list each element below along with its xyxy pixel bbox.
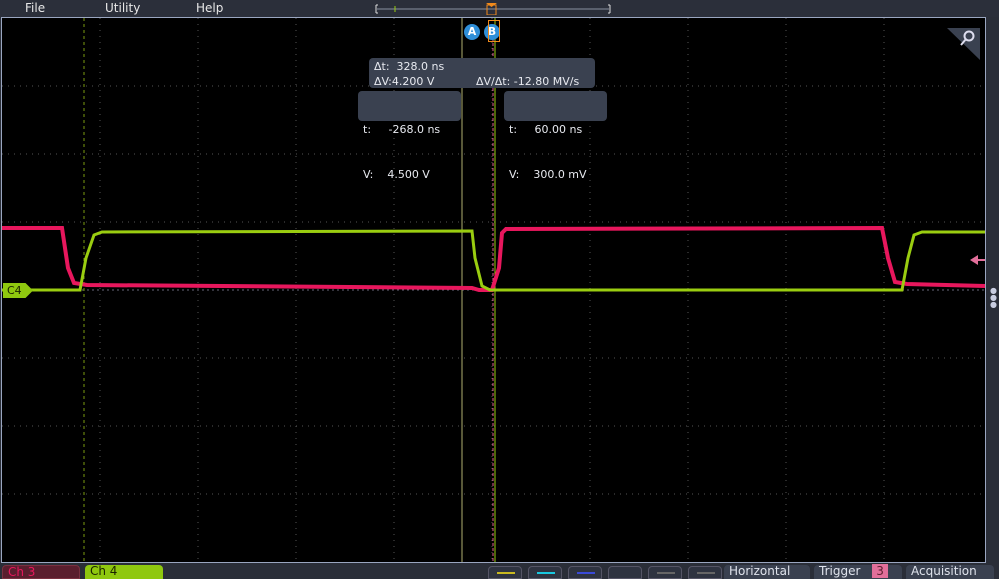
menu-bar: File Utility Help: [0, 0, 999, 17]
menu-file[interactable]: File: [25, 1, 45, 15]
zoom-corner-button: [947, 28, 980, 60]
cursor-a-voltage: V: 4.500 V: [363, 168, 430, 181]
trigger-marker[interactable]: [488, 20, 500, 42]
trigger-badge[interactable]: Trigger 3: [814, 564, 902, 579]
add-math-button[interactable]: [608, 566, 642, 579]
menu-help[interactable]: Help: [196, 1, 223, 15]
cursor-b-time: t: 60.00 ns: [509, 123, 583, 136]
add-ch5-button[interactable]: [568, 566, 602, 579]
acquisition-badge[interactable]: Acquisition: [906, 565, 994, 579]
delta-v-over-delta-t: ΔV/Δt: -12.80 MV/s: [476, 75, 580, 88]
menu-utility[interactable]: Utility: [105, 1, 140, 15]
cursor-a-readout[interactable]: t: -268.0 ns V: 4.500 V: [358, 91, 461, 181]
delta-v: ΔV:4.200 V: [374, 75, 435, 88]
more-options-icon[interactable]: ● ● ●: [990, 287, 997, 309]
delta-t: Δt: 328.0 ns: [374, 60, 445, 73]
cursor-a-time: t: -268.0 ns: [363, 123, 441, 136]
add-ref-button[interactable]: [648, 566, 682, 579]
ch3-badge[interactable]: Ch 3: [2, 565, 80, 579]
add-ch1-button[interactable]: [488, 566, 522, 579]
right-panel-handle[interactable]: ● ● ●: [986, 17, 999, 563]
waveform-display[interactable]: C4 A B Δt: 328.0 ns ΔV:4.200 V ΔV/Δt: -12…: [1, 17, 986, 563]
cursor-b-voltage: V: 300.0 mV: [509, 168, 587, 181]
cursor-a-handle[interactable]: A: [464, 24, 480, 40]
waveform-overview-bar[interactable]: [374, 3, 612, 15]
graticule: [2, 18, 985, 562]
ch4-badge[interactable]: Ch 4: [85, 565, 163, 579]
add-ch2-button[interactable]: [528, 566, 562, 579]
settings-bar: Ch 3 Ch 4 Horizontal Trigger 3 Acquisiti…: [0, 563, 999, 579]
ch3-trigger-level-arrow: [970, 255, 985, 265]
cursor-b-readout[interactable]: t: 60.00 ns V: 300.0 mV: [504, 91, 607, 181]
delta-readout[interactable]: Δt: 328.0 ns ΔV:4.200 V ΔV/Δt: -12.80 MV/…: [369, 58, 595, 88]
add-bus-button[interactable]: [688, 566, 722, 579]
horizontal-badge[interactable]: Horizontal: [724, 565, 810, 579]
